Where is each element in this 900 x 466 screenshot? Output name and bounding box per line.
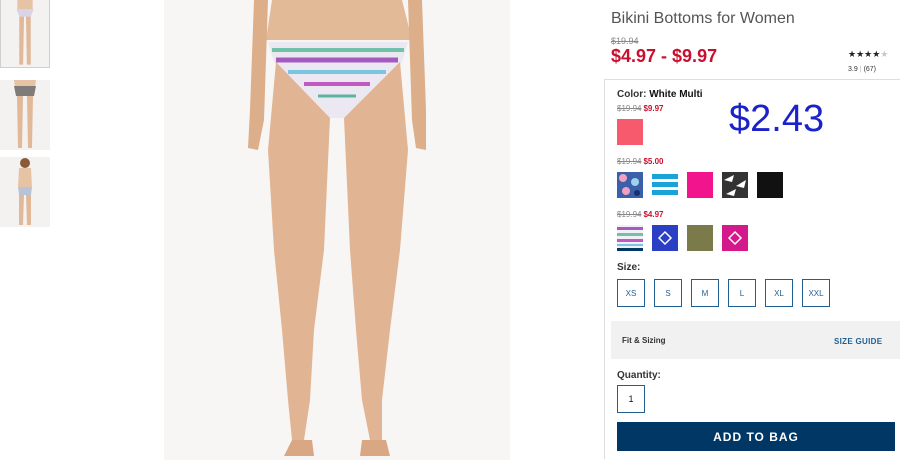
swatch-aqua-stripe[interactable] — [652, 172, 678, 198]
price-group-2: $19.94 $5.00 — [617, 157, 664, 166]
thumbnail-back[interactable] — [0, 157, 50, 227]
rating-summary[interactable]: 3.9 | (67) — [848, 66, 876, 73]
product-page: Bikini Bottoms for Women $19.94 $4.97 - … — [0, 0, 900, 466]
now-price: $4.97 — [643, 210, 664, 219]
swatch-olive[interactable] — [687, 225, 713, 251]
swatch-blue-floral[interactable] — [617, 172, 643, 198]
size-xxl-button[interactable]: XXL — [802, 279, 830, 307]
swatch-cobalt-diamond[interactable] — [652, 225, 678, 251]
selected-color-name: White Multi — [649, 89, 703, 100]
thumbnail-side[interactable] — [0, 80, 50, 150]
swatch-white-multi[interactable] — [617, 225, 643, 251]
rating-value: 3.9 — [848, 66, 858, 73]
swatch-coral[interactable] — [617, 119, 643, 145]
size-l-button[interactable]: L — [728, 279, 756, 307]
now-price: $9.97 — [643, 104, 664, 113]
star-empty-icon: ★ — [880, 49, 889, 59]
star-icon: ★ — [848, 49, 857, 59]
size-guide-link[interactable]: SIZE GUIDE — [834, 337, 882, 346]
size-xs-button[interactable]: XS — [617, 279, 645, 307]
add-to-bag-button[interactable]: ADD TO BAG — [617, 422, 895, 451]
review-count[interactable]: (67) — [864, 66, 876, 73]
size-s-button[interactable]: S — [654, 279, 682, 307]
size-m-button[interactable]: M — [691, 279, 719, 307]
size-label: Size: — [617, 262, 641, 273]
quantity-input[interactable]: 1 — [617, 385, 645, 413]
swatch-magenta-diamond[interactable] — [722, 225, 748, 251]
sale-price-range: $4.97 - $9.97 — [611, 46, 718, 66]
fit-sizing-label: Fit & Sizing — [622, 336, 666, 345]
product-title: Bikini Bottoms for Women — [611, 10, 795, 27]
original-price: $19.94 — [611, 36, 639, 46]
now-price: $5.00 — [643, 157, 664, 166]
star-icon: ★ — [856, 49, 865, 59]
swatch-hot-pink[interactable] — [687, 172, 713, 198]
was-price: $19.94 — [617, 104, 642, 113]
overlay-price: $2.43 — [729, 98, 825, 140]
quantity-label: Quantity: — [617, 370, 661, 381]
size-xl-button[interactable]: XL — [765, 279, 793, 307]
swatch-black-white-print[interactable] — [722, 172, 748, 198]
price-group-3: $19.94 $4.97 — [617, 210, 664, 219]
thumbnail-front[interactable] — [0, 0, 50, 68]
price-group-1: $19.94 $9.97 — [617, 104, 664, 113]
product-main-image[interactable] — [164, 0, 510, 460]
swatch-black[interactable] — [757, 172, 783, 198]
rating-divider: | — [859, 66, 862, 73]
was-price: $19.94 — [617, 157, 642, 166]
color-label: Color: White Multi — [617, 89, 703, 100]
color-label-text: Color: — [617, 89, 647, 100]
rating-stars[interactable]: ★★★★★ — [848, 49, 888, 60]
was-price: $19.94 — [617, 210, 642, 219]
